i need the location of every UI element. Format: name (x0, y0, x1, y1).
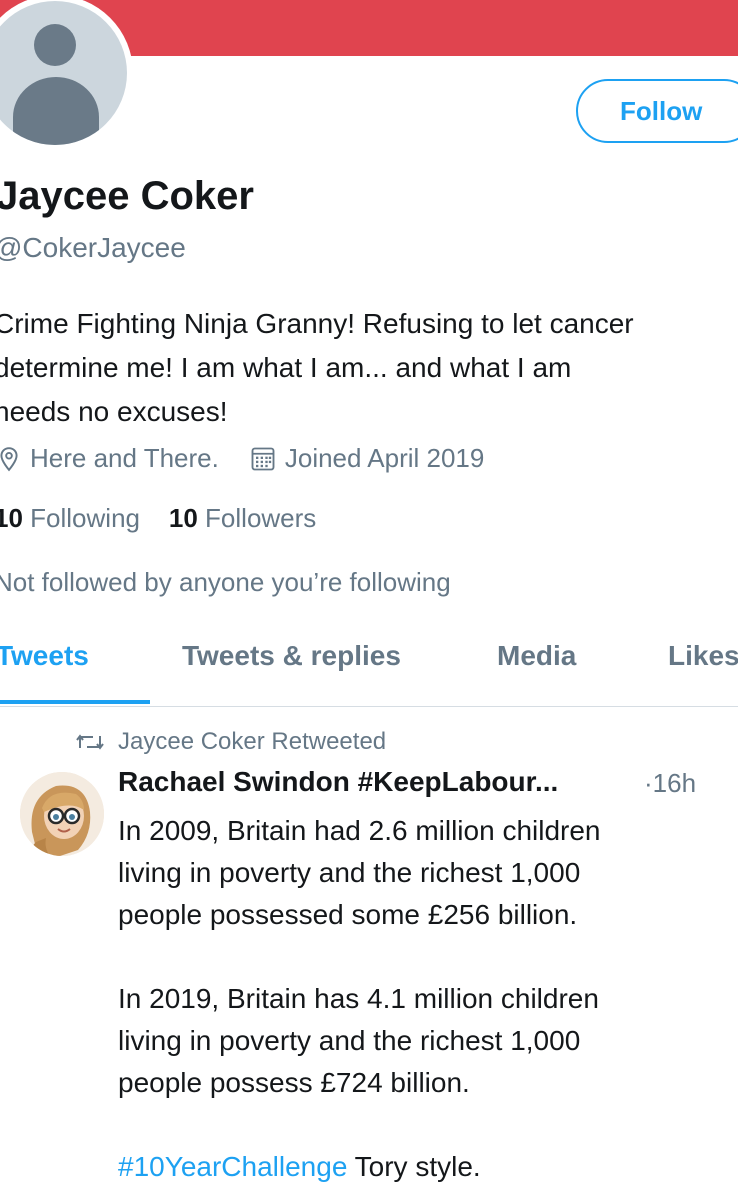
profile-tabs: Tweets Tweets & replies Media Likes (0, 640, 738, 707)
following-count: 10 (0, 503, 23, 533)
tweet-line: living in poverty and the richest 1,000 (118, 1025, 581, 1056)
tweet-body: In 2009, Britain had 2.6 million childre… (118, 810, 738, 1188)
joined-text: Joined April 2019 (284, 443, 485, 473)
following-label: Following (30, 503, 140, 533)
follow-counts: 10 Following 10 Followers (0, 503, 316, 534)
following-link[interactable]: 10 Following (0, 503, 140, 533)
follow-button[interactable]: Follow (576, 79, 738, 143)
tweet-line: In 2009, Britain had 2.6 million childre… (118, 815, 601, 846)
location-text: Here and There. (30, 443, 219, 473)
profile-handle: @CokerJaycee (0, 232, 186, 263)
tweet-author-avatar[interactable] (20, 772, 104, 856)
followers-label: Followers (205, 503, 317, 533)
tweet-author-name[interactable]: Rachael Swindon #KeepLabour... (118, 766, 558, 798)
default-avatar-icon (0, 1, 127, 145)
active-tab-indicator (0, 700, 150, 704)
followers-link[interactable]: 10 Followers (169, 503, 316, 533)
tweet-line: #10YearChallenge Tory style. (118, 1146, 738, 1188)
followers-count: 10 (168, 503, 198, 533)
retweet-context: Jaycee Coker Retweeted (76, 728, 386, 756)
profile-name: Jaycee Coker (0, 174, 254, 218)
retweet-label: Jaycee Coker Retweeted (118, 728, 387, 755)
bio-line: determine me! I am what I am... and what… (0, 352, 572, 383)
calendar-icon (251, 447, 275, 470)
profile-meta: Here and There. Joined April 2019 (0, 443, 484, 474)
cartoon-avatar-icon (20, 772, 104, 856)
tweet-line: people possessed some £256 billion. (118, 899, 578, 930)
tab-tweets-replies[interactable]: Tweets & replies (182, 640, 401, 672)
tweet-line: people possess £724 billion. (118, 1067, 470, 1098)
tab-tweets[interactable]: Tweets (0, 640, 89, 672)
bio-line: needs no excuses! (0, 396, 228, 427)
profile-avatar[interactable] (0, 0, 133, 151)
not-followed-notice: Not followed by anyone you’re following (0, 567, 451, 597)
hashtag-link[interactable]: #10YearChallenge (118, 1151, 347, 1182)
tweet-line: living in poverty and the richest 1,000 (118, 857, 581, 888)
location-pin-icon (0, 446, 18, 471)
profile-bio: Crime Fighting Ninja Granny! Refusing to… (0, 302, 738, 434)
tweet-line: In 2019, Britain has 4.1 million childre… (118, 983, 599, 1014)
tab-media[interactable]: Media (497, 640, 576, 672)
tab-likes[interactable]: Likes (668, 640, 738, 672)
tweet-timestamp[interactable]: ·16h (644, 768, 696, 799)
retweet-icon (76, 734, 104, 750)
tweet-tail: Tory style. (347, 1151, 481, 1182)
bio-line: Crime Fighting Ninja Granny! Refusing to… (0, 308, 634, 339)
